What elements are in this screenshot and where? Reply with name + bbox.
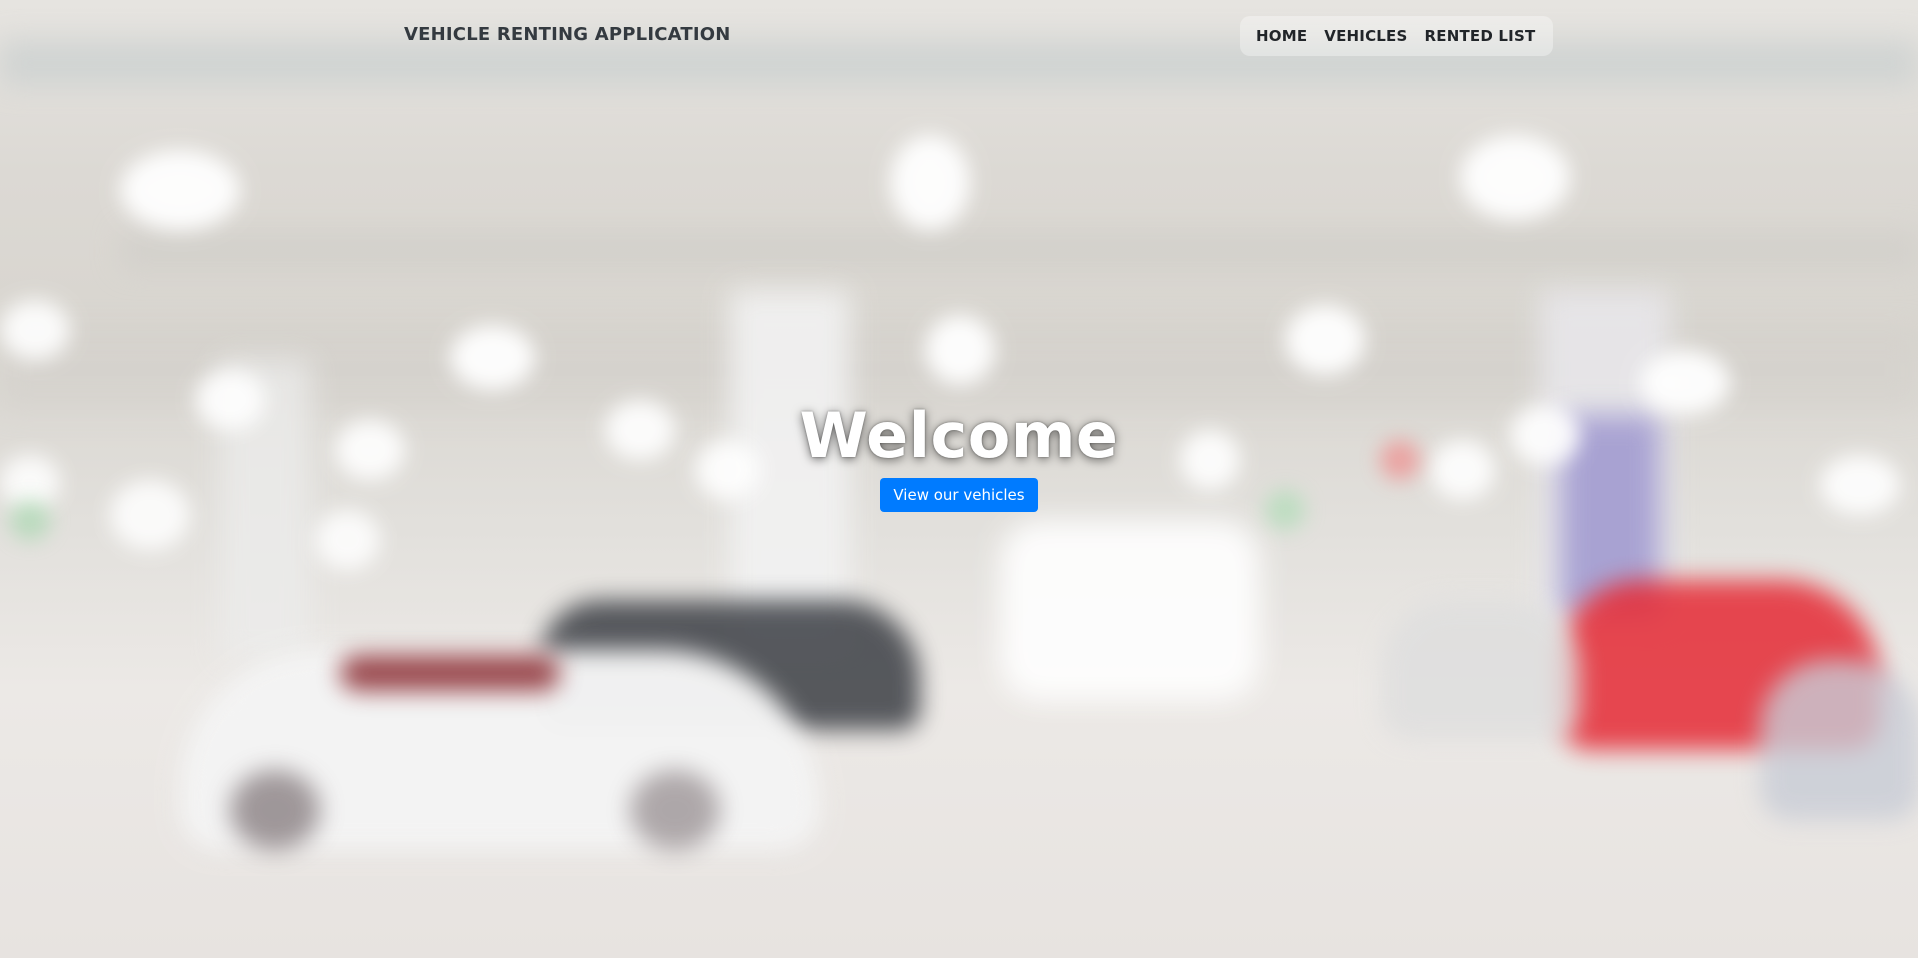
brand-title[interactable]: VEHICLE RENTING APPLICATION <box>404 24 731 45</box>
nav-link-vehicles[interactable]: VEHICLES <box>1324 27 1407 45</box>
nav-link-rented-list[interactable]: RENTED LIST <box>1425 27 1536 45</box>
welcome-heading: Welcome <box>799 399 1119 472</box>
hero-section: Welcome View our vehicles <box>0 400 1918 512</box>
navbar: VEHICLE RENTING APPLICATION HOME VEHICLE… <box>0 0 1918 72</box>
nav-link-home[interactable]: HOME <box>1256 27 1307 45</box>
view-vehicles-button[interactable]: View our vehicles <box>880 478 1038 512</box>
nav-menu: HOME VEHICLES RENTED LIST <box>1240 16 1554 56</box>
